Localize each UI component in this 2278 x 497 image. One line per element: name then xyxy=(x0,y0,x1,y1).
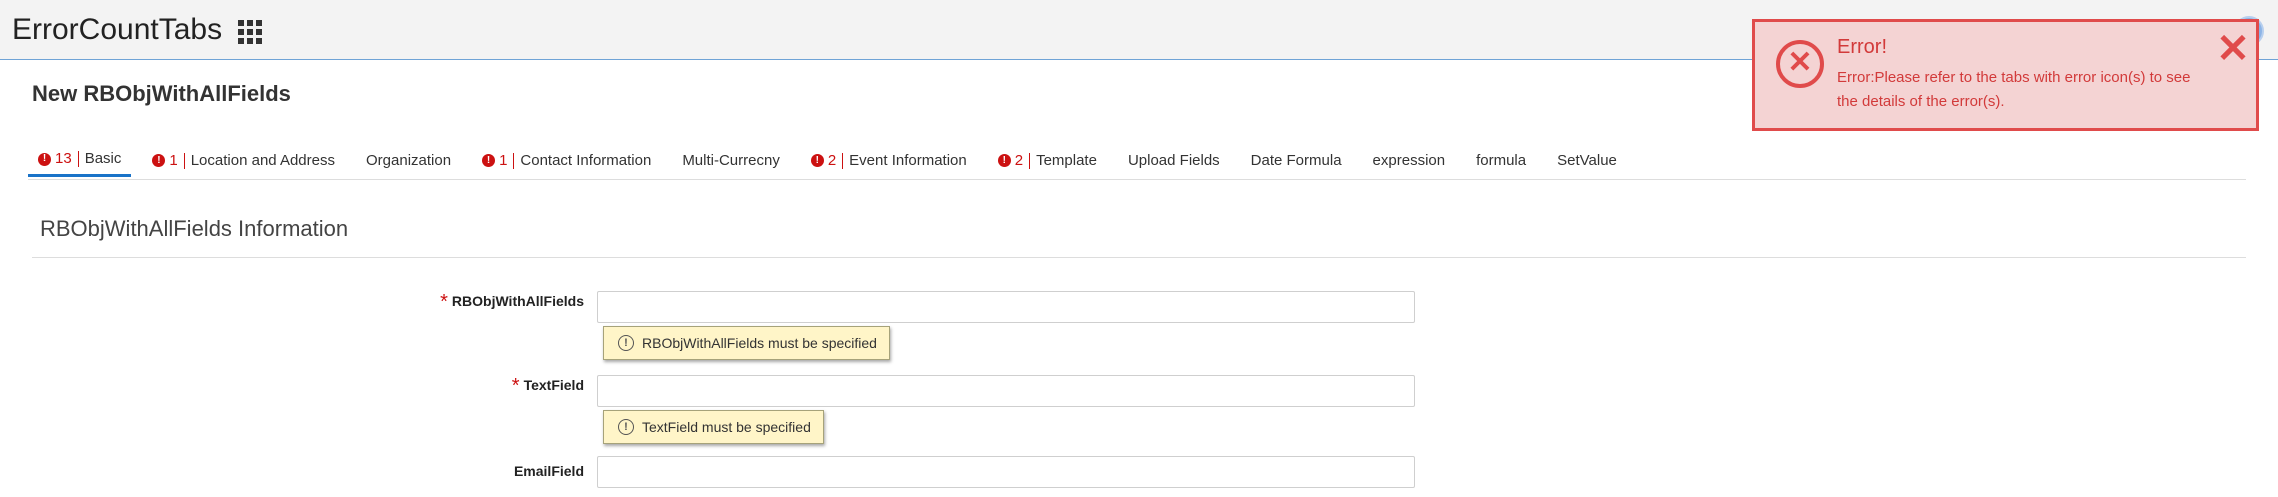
tab-bar: ! 13 Basic ! 1 Location and Address Orga… xyxy=(28,140,2246,180)
tab-label: Date Formula xyxy=(1250,151,1342,169)
close-icon[interactable]: ✕ xyxy=(2215,29,2251,69)
tab-multi-currency[interactable]: Multi-Currecny xyxy=(672,140,790,177)
tab-basic[interactable]: ! 13 Basic xyxy=(28,140,132,177)
error-icon: ! xyxy=(997,154,1011,167)
tab-label: Event Information xyxy=(849,151,967,169)
tab-label: Multi-Currecny xyxy=(682,151,780,169)
textfield-input[interactable] xyxy=(597,375,1415,407)
tab-organization[interactable]: Organization xyxy=(356,140,461,177)
tab-location-and-address[interactable]: ! 1 Location and Address xyxy=(142,140,345,177)
tab-label: Location and Address xyxy=(190,151,335,169)
tab-template[interactable]: ! 2 Template xyxy=(988,140,1107,177)
tab-error-count: 2 xyxy=(827,151,837,169)
error-icon: ! xyxy=(482,154,496,167)
app-title: ErrorCountTabs xyxy=(12,13,223,46)
section-divider xyxy=(32,257,2246,258)
tab-label: SetValue xyxy=(1557,151,1617,169)
tab-event-information[interactable]: ! 2 Event Information xyxy=(801,140,977,177)
tab-label: Upload Fields xyxy=(1127,151,1220,169)
tab-separator xyxy=(1029,152,1031,169)
tab-upload-fields[interactable]: Upload Fields xyxy=(1118,140,1230,177)
app-launcher-grid-icon[interactable] xyxy=(238,20,262,44)
tab-expression[interactable]: expression xyxy=(1363,140,1456,177)
field-label-rbobjwithallfields: * RBObjWithAllFields xyxy=(380,291,584,313)
error-icon: ! xyxy=(810,154,824,167)
field-label-text: RBObjWithAllFields xyxy=(451,293,584,309)
tab-label: formula xyxy=(1476,151,1527,169)
validation-tooltip: ! RBObjWithAllFields must be specified xyxy=(603,326,890,360)
validation-message: RBObjWithAllFields must be specified xyxy=(642,335,877,351)
error-circle-icon: ✕ xyxy=(1776,40,1824,88)
required-marker: * xyxy=(511,375,520,397)
tab-error-count: 1 xyxy=(499,151,508,169)
tab-label: expression xyxy=(1372,151,1446,169)
tab-formula[interactable]: formula xyxy=(1466,140,1536,177)
error-icon: ! xyxy=(152,154,166,167)
toast-message: Error:Please refer to the tabs with erro… xyxy=(1837,69,2191,110)
field-label-text: TextField xyxy=(523,377,584,393)
error-toast: ✕ Error! Error:Please refer to the tabs … xyxy=(1752,19,2259,131)
tab-separator xyxy=(183,152,185,169)
warning-icon: ! xyxy=(618,335,634,351)
section-title: RBObjWithAllFields Information xyxy=(40,216,349,241)
tab-separator xyxy=(77,151,79,167)
validation-message: TextField must be specified xyxy=(642,419,811,435)
rbobjwithallfields-input[interactable] xyxy=(597,291,1415,323)
tab-contact-information[interactable]: ! 1 Contact Information xyxy=(472,140,661,177)
tab-label: Template xyxy=(1036,151,1097,169)
field-label-textfield: * TextField xyxy=(380,375,584,397)
tab-date-formula[interactable]: Date Formula xyxy=(1241,140,1352,177)
required-marker: * xyxy=(440,291,448,313)
page-title: New RBObjWithAllFields xyxy=(32,81,291,106)
tab-label: Contact Information xyxy=(520,151,652,169)
tab-label: Basic xyxy=(84,150,122,167)
toast-title: Error! xyxy=(1837,36,1887,58)
validation-tooltip: ! TextField must be specified xyxy=(603,410,824,444)
tab-error-count: 1 xyxy=(169,151,178,169)
tab-setvalue[interactable]: SetValue xyxy=(1547,140,1627,177)
tab-error-count: 2 xyxy=(1014,151,1024,169)
error-icon: ! xyxy=(38,152,51,166)
tab-error-count: 13 xyxy=(55,150,72,167)
field-label-text: EmailField xyxy=(513,463,584,479)
tab-separator xyxy=(513,152,515,169)
field-label-emailfield: EmailField xyxy=(380,462,584,480)
tab-label: Organization xyxy=(366,151,452,169)
emailfield-input[interactable] xyxy=(597,456,1415,488)
tab-separator xyxy=(842,152,844,169)
warning-icon: ! xyxy=(618,419,634,435)
